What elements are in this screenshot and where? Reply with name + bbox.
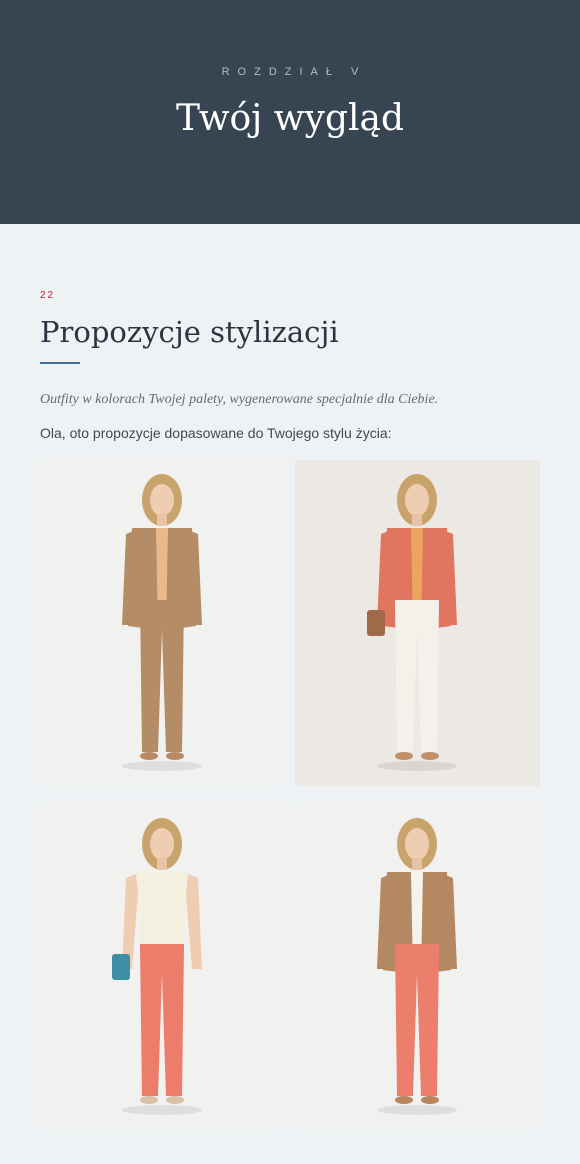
section-title: Propozycje stylizacji: [40, 315, 339, 349]
floor-shadow: [122, 760, 202, 771]
section-number: 22: [40, 290, 56, 301]
right-shoe: [166, 1095, 184, 1104]
chapter-kicker: ROZDZIAŁ V: [221, 66, 367, 78]
handbag: [112, 953, 130, 980]
floor-shadow: [122, 1104, 202, 1115]
face: [150, 483, 174, 516]
top-garment: [136, 871, 188, 944]
right-arm: [186, 873, 202, 969]
left-shoe: [395, 751, 413, 760]
left-shoe: [395, 1095, 413, 1104]
right-shoe: [166, 751, 184, 760]
handbag: [367, 609, 385, 636]
trousers: [140, 943, 184, 1096]
section-intro-text: Ola, oto propozycje dopasowane do Twojeg…: [40, 424, 392, 441]
outfit-grid: [40, 459, 540, 1130]
face: [405, 483, 429, 516]
neck: [157, 513, 167, 526]
left-shoe: [140, 1095, 158, 1104]
neck: [157, 857, 167, 870]
outfit-figure: [377, 817, 457, 1115]
neck: [412, 857, 422, 870]
trousers: [395, 943, 439, 1096]
right-shoe: [421, 751, 439, 760]
title-underline: [40, 361, 80, 364]
left-shoe: [140, 751, 158, 760]
outfit-photo-4: [295, 803, 540, 1130]
right-shoe: [421, 1095, 439, 1104]
outfit-photo-3: [40, 803, 285, 1130]
floor-shadow: [377, 1104, 457, 1115]
trousers: [395, 599, 439, 752]
neck: [412, 513, 422, 526]
outfit-figure: [112, 817, 202, 1115]
section-intro-italic: Outfity w kolorach Twojej palety, wygene…: [40, 391, 439, 407]
outfit-photo-1: [40, 459, 285, 786]
outfit-figure: [367, 473, 457, 771]
chapter-header: ROZDZIAŁ V Twój wygląd: [0, 0, 580, 224]
section-styling-proposals: 22 Propozycje stylizacji Outfity w kolor…: [0, 224, 580, 1130]
face: [405, 827, 429, 860]
outfit-figure: [122, 473, 202, 771]
floor-shadow: [377, 760, 457, 771]
outfit-photo-2: [295, 459, 540, 786]
trousers: [140, 599, 184, 752]
face: [150, 827, 174, 860]
chapter-title: Twój wygląd: [175, 98, 405, 139]
